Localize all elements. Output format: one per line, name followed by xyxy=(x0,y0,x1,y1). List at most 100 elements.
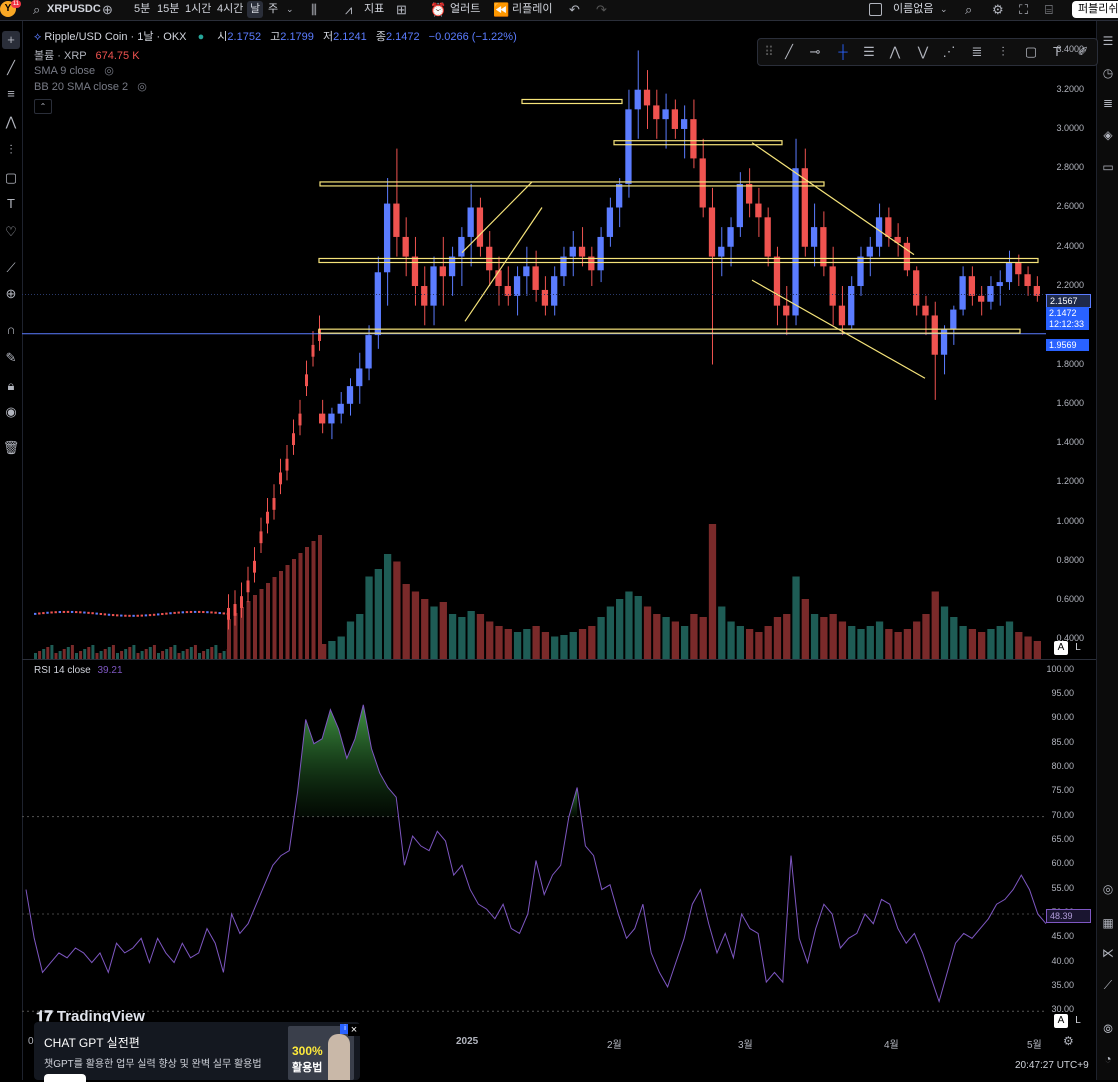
ad-close-icon[interactable]: × xyxy=(348,1024,360,1036)
pattern-icon[interactable]: ⋀ xyxy=(2,113,20,131)
projection-icon[interactable]: ⫶ xyxy=(2,141,20,159)
lock-icon[interactable]: 🔒︎ xyxy=(2,377,20,395)
fullscreen-icon[interactable]: ⛶ xyxy=(1019,1,1028,18)
fib-levels-icon[interactable]: ≡ xyxy=(2,85,20,103)
zoom-icon[interactable]: ⊕ xyxy=(2,285,20,303)
rsi-axis[interactable]: 100.00 95.00 90.00 85.00 80.00 75.00 70.00 65.0… xyxy=(1046,660,1096,1020)
chat-icon[interactable]: ▭ xyxy=(1100,159,1116,175)
fib-icon[interactable]: ≣ xyxy=(968,43,986,61)
candle-type-icon[interactable]: ⫼ xyxy=(311,1,317,18)
settings-gear-icon[interactable]: ⚙ xyxy=(992,1,1004,18)
redo-icon[interactable]: ↷ xyxy=(596,1,607,18)
alert-clock-icon[interactable]: ⏰ xyxy=(430,1,446,18)
help-icon[interactable]: ⦾ xyxy=(1100,1021,1116,1037)
chevron-down-icon[interactable]: ⌄ xyxy=(286,1,294,18)
publish-button[interactable]: 퍼블리쉬 xyxy=(1072,1,1118,18)
pattern-icon[interactable]: ⋀ xyxy=(886,43,904,61)
auto-scale-button[interactable]: A xyxy=(1054,641,1068,655)
abcd-icon[interactable]: ⋰ xyxy=(940,43,958,61)
heart-icon[interactable]: ♡ xyxy=(2,223,20,241)
eye-icon[interactable]: ◉ xyxy=(2,403,20,421)
camera-icon[interactable]: ⌸ xyxy=(1045,1,1053,18)
interval-1d[interactable]: 날 xyxy=(247,1,264,18)
candle xyxy=(931,315,938,355)
alerts-button[interactable]: 얼러트 xyxy=(450,1,480,18)
interval-15m[interactable]: 15분 xyxy=(157,1,179,18)
watchlist-icon[interactable]: ☰ xyxy=(1100,33,1116,49)
brush-icon[interactable]: ▢ xyxy=(2,169,20,187)
compare-plus-icon[interactable]: ⊕ xyxy=(102,1,113,18)
search-icon[interactable]: ⌕ xyxy=(33,1,40,18)
volume-bar xyxy=(266,583,270,659)
bb-legend[interactable]: BB 20 SMA close 2 ◎ xyxy=(34,80,147,93)
volume-bar xyxy=(513,632,522,659)
text-tool-icon[interactable]: T xyxy=(2,195,20,213)
time-axis-settings-icon[interactable]: ⚙ xyxy=(1063,1034,1074,1048)
magnet-icon[interactable]: ∩ xyxy=(2,321,20,339)
volume-bar xyxy=(319,644,327,659)
rsi-auto-scale-button[interactable]: A xyxy=(1054,1014,1068,1028)
rsi-legend[interactable]: RSI 14 close 39.21 xyxy=(34,665,123,676)
symbol-search[interactable]: XRPUSDC xyxy=(47,1,101,18)
parallel-channel-icon[interactable]: ☰ xyxy=(860,43,878,61)
candle xyxy=(346,386,354,404)
candle xyxy=(202,611,205,614)
elliott-icon[interactable]: ⋁ xyxy=(914,43,932,61)
ad-cta-button[interactable] xyxy=(44,1074,86,1082)
interval-1w[interactable]: 주 xyxy=(268,1,278,18)
volume-bar xyxy=(292,559,296,659)
crosshair-icon[interactable]: + xyxy=(2,31,20,49)
rsi-log-scale-button[interactable]: L xyxy=(1071,1014,1085,1028)
gann-icon[interactable]: ⫶ xyxy=(994,43,1012,61)
layers-icon[interactable]: ◈ xyxy=(1100,127,1116,143)
sma-legend[interactable]: SMA 9 close ◎ xyxy=(34,64,114,77)
cross-line-icon[interactable]: ┼ xyxy=(834,43,852,61)
undo-icon[interactable]: ↶ xyxy=(569,1,580,18)
replay-button[interactable]: 리플레이 xyxy=(512,1,552,18)
candle xyxy=(374,272,381,336)
volume-legend[interactable]: 볼륨 · XRP 674.75 K xyxy=(34,47,140,63)
hotlist-icon[interactable]: ≣ xyxy=(1100,95,1116,111)
ray-icon[interactable]: ⊸ xyxy=(806,43,824,61)
candle xyxy=(597,236,604,271)
chevron-down-icon[interactable]: ⌄ xyxy=(940,1,948,18)
rectangle-icon[interactable]: ▢ xyxy=(1022,43,1040,61)
interval-5m[interactable]: 5분 xyxy=(134,1,150,18)
collapse-legend-button[interactable]: ⌃ xyxy=(34,99,52,114)
ideas-icon[interactable]: ⋉ xyxy=(1100,945,1116,961)
replay-icon[interactable]: ⏪ xyxy=(493,1,509,18)
alerts-clock-icon[interactable]: ◷ xyxy=(1100,65,1116,81)
ruler-icon[interactable]: ⟋ xyxy=(2,259,20,277)
eye-hidden-icon[interactable]: ◎ xyxy=(137,81,147,93)
clock[interactable]: 20:47:27 UTC+9 xyxy=(1015,1060,1089,1071)
ad-banner[interactable]: CHAT GPT 실전편 챗GPT를 활용한 업무 실력 향상 및 완벽 실무 … xyxy=(34,1022,360,1082)
volume-bar xyxy=(699,617,707,659)
horizontal-zone xyxy=(318,328,1021,334)
log-scale-button[interactable]: L xyxy=(1071,641,1085,655)
indicators-button[interactable]: 지표 xyxy=(364,1,384,18)
rsi-tick-label: 35.00 xyxy=(1051,979,1074,990)
pane-divider[interactable] xyxy=(22,659,1096,660)
trendline-icon[interactable]: ╱ xyxy=(780,43,798,61)
drag-handle-icon[interactable]: ⠿ xyxy=(760,43,778,61)
trash-icon[interactable]: 🗑︎ xyxy=(2,439,20,457)
target-icon[interactable]: ◎ xyxy=(1100,881,1116,897)
calendar-icon[interactable]: ▦ xyxy=(1100,915,1116,931)
candle xyxy=(75,611,78,614)
trendline-icon[interactable]: ╱ xyxy=(2,59,20,77)
price-chart[interactable] xyxy=(22,21,1096,1028)
scripts-icon[interactable]: ⟋ xyxy=(1100,977,1116,993)
quick-search-icon[interactable]: ⌕ xyxy=(965,1,972,18)
volume-bar xyxy=(107,647,111,659)
interval-4h[interactable]: 4시간 xyxy=(217,1,243,18)
lock-drawing-icon[interactable]: ✎ xyxy=(2,349,20,367)
rsi-tick-label: 40.00 xyxy=(1051,955,1074,966)
layout-checkbox[interactable] xyxy=(869,3,882,16)
eye-hidden-icon[interactable]: ◎ xyxy=(104,65,114,77)
symbol-legend[interactable]: ⟡ Ripple/USD Coin · 1날 · OKX ● 시2.1752 고… xyxy=(34,28,517,44)
layout-name[interactable]: 이름없음 xyxy=(893,1,933,18)
templates-icon[interactable]: ⊞ xyxy=(396,1,407,18)
interval-1h[interactable]: 1시간 xyxy=(185,1,211,18)
indicators-icon[interactable]: ⩘ xyxy=(345,1,352,18)
notifications-icon[interactable]: ◔ xyxy=(1100,1051,1116,1067)
